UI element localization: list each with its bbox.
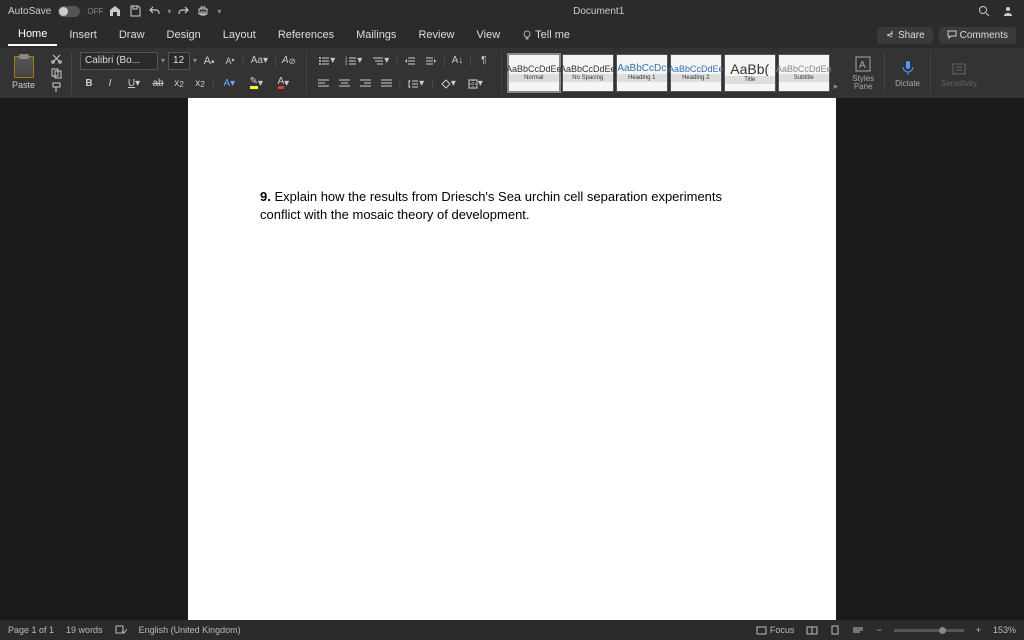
page[interactable]: 9. Explain how the results from Driesch'… <box>188 98 836 620</box>
zoom-out-button[interactable]: − <box>876 625 881 635</box>
superscript-button[interactable]: x2 <box>191 75 209 93</box>
tab-insert[interactable]: Insert <box>59 25 107 45</box>
italic-button[interactable]: I <box>101 75 119 93</box>
style-nospacing[interactable]: AaBbCcDdEeNo Spacing <box>562 54 614 92</box>
undo-dropdown[interactable]: ▾ <box>167 7 171 16</box>
save-icon[interactable] <box>127 3 143 19</box>
show-marks-icon[interactable]: ¶ <box>475 52 493 70</box>
line-spacing-icon[interactable]: ▾ <box>404 75 428 93</box>
highlight-icon[interactable]: ✎▾ <box>244 75 268 93</box>
bold-button[interactable]: B <box>80 75 98 93</box>
menubar: Home Insert Draw Design Layout Reference… <box>0 22 1024 48</box>
zoom-in-button[interactable]: + <box>976 625 981 635</box>
ribbon: Paste Calibri (Bo... ▾ 12 ▾ A▴ A▾ | Aa▾ … <box>0 48 1024 98</box>
redo-icon[interactable] <box>175 3 191 19</box>
copy-icon[interactable] <box>47 67 65 80</box>
print-icon[interactable] <box>195 3 211 19</box>
zoom-level[interactable]: 153% <box>993 625 1016 635</box>
dictate-button[interactable]: Dictate <box>889 52 926 94</box>
paste-label: Paste <box>12 80 35 90</box>
titlebar: AutoSave OFF ▾ ▾ Document1 <box>0 0 1024 22</box>
autosave-state: OFF <box>87 7 103 16</box>
read-mode-icon[interactable] <box>806 626 818 635</box>
document-area[interactable]: 9. Explain how the results from Driesch'… <box>0 98 1024 620</box>
format-painter-icon[interactable] <box>47 81 65 94</box>
shrink-font-icon[interactable]: A▾ <box>221 52 239 70</box>
subscript-button[interactable]: x2 <box>170 75 188 93</box>
tab-home[interactable]: Home <box>8 24 57 46</box>
web-layout-icon[interactable] <box>852 626 864 635</box>
clear-format-icon[interactable]: A⊘ <box>280 52 298 70</box>
body-paragraph[interactable]: 9. Explain how the results from Driesch'… <box>260 188 764 223</box>
svg-text:3: 3 <box>345 61 348 66</box>
numbering-icon[interactable]: 123▾ <box>342 52 366 70</box>
shading-icon[interactable]: ▾ <box>436 75 460 93</box>
page-indicator[interactable]: Page 1 of 1 <box>8 625 54 635</box>
style-heading2[interactable]: AaBbCcDdEeHeading 2 <box>670 54 722 92</box>
font-size-select[interactable]: 12 <box>168 52 190 70</box>
tab-draw[interactable]: Draw <box>109 25 155 45</box>
autosave-label: AutoSave <box>8 6 51 17</box>
style-heading1[interactable]: AaBbCcDcHeading 1 <box>616 54 668 92</box>
style-normal[interactable]: AaBbCcDdEeNormal <box>508 54 560 92</box>
increase-indent-icon[interactable] <box>422 52 440 70</box>
statusbar: Page 1 of 1 19 words English (United Kin… <box>0 620 1024 640</box>
svg-text:A: A <box>859 60 866 71</box>
styles-pane-button[interactable]: A Styles Pane <box>846 52 880 94</box>
document-title: Document1 <box>221 6 976 17</box>
tab-layout[interactable]: Layout <box>213 25 266 45</box>
print-layout-icon[interactable] <box>830 625 840 635</box>
sensitivity-button[interactable]: Sensitivity <box>935 52 983 94</box>
decrease-indent-icon[interactable] <box>401 52 419 70</box>
align-right-icon[interactable] <box>357 75 375 93</box>
clipboard-icon <box>14 56 34 78</box>
font-name-select[interactable]: Calibri (Bo... <box>80 52 158 70</box>
multilevel-icon[interactable]: ▾ <box>369 52 393 70</box>
zoom-slider[interactable] <box>894 629 964 632</box>
undo-icon[interactable] <box>147 3 163 19</box>
cut-icon[interactable] <box>47 52 65 65</box>
search-icon[interactable] <box>976 3 992 19</box>
tab-mailings[interactable]: Mailings <box>346 25 406 45</box>
align-center-icon[interactable] <box>336 75 354 93</box>
language[interactable]: English (United Kingdom) <box>139 625 241 635</box>
font-color-icon[interactable]: A▾ <box>271 75 295 93</box>
account-icon[interactable] <box>1000 3 1016 19</box>
home-icon[interactable] <box>107 3 123 19</box>
text-effects-icon[interactable]: A▾ <box>217 75 241 93</box>
strike-button[interactable]: ab <box>149 75 167 93</box>
grow-font-icon[interactable]: A▴ <box>200 52 218 70</box>
align-left-icon[interactable] <box>315 75 333 93</box>
tab-view[interactable]: View <box>467 25 511 45</box>
styles-more[interactable]: ▸ <box>832 79 841 94</box>
comments-button[interactable]: Comments <box>939 27 1016 44</box>
tab-review[interactable]: Review <box>408 25 464 45</box>
tellme[interactable]: Tell me <box>512 25 580 45</box>
tab-references[interactable]: References <box>268 25 344 45</box>
paste-button[interactable]: Paste <box>6 52 41 94</box>
autosave-toggle[interactable] <box>58 6 80 17</box>
spellcheck-icon[interactable] <box>115 625 127 635</box>
justify-icon[interactable] <box>378 75 396 93</box>
style-subtitle[interactable]: AaBbCcDdEeSubtitle <box>778 54 830 92</box>
change-case-icon[interactable]: Aa▾ <box>247 52 271 70</box>
borders-icon[interactable]: ▾ <box>463 75 487 93</box>
sort-icon[interactable]: A↓ <box>448 52 466 70</box>
bullets-icon[interactable]: ▾ <box>315 52 339 70</box>
style-title[interactable]: AaBb(Title <box>724 54 776 92</box>
tab-design[interactable]: Design <box>157 25 211 45</box>
focus-button[interactable]: Focus <box>756 625 795 635</box>
underline-button[interactable]: U▾ <box>122 75 146 93</box>
word-count[interactable]: 19 words <box>66 625 103 635</box>
share-button[interactable]: Share <box>877 27 933 44</box>
